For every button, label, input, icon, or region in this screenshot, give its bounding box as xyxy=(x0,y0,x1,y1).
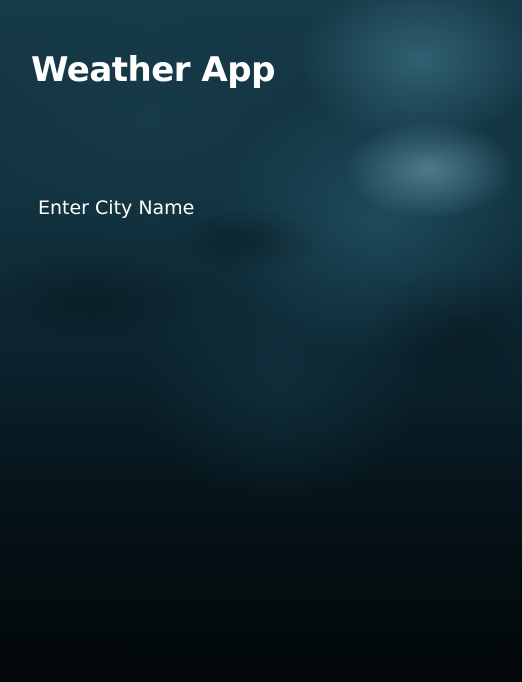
weather-app-screen: Weather App Enter City Name xyxy=(0,0,522,682)
background-texture xyxy=(0,0,522,682)
app-title: Weather App xyxy=(31,50,275,90)
city-input-label: Enter City Name xyxy=(38,197,195,219)
